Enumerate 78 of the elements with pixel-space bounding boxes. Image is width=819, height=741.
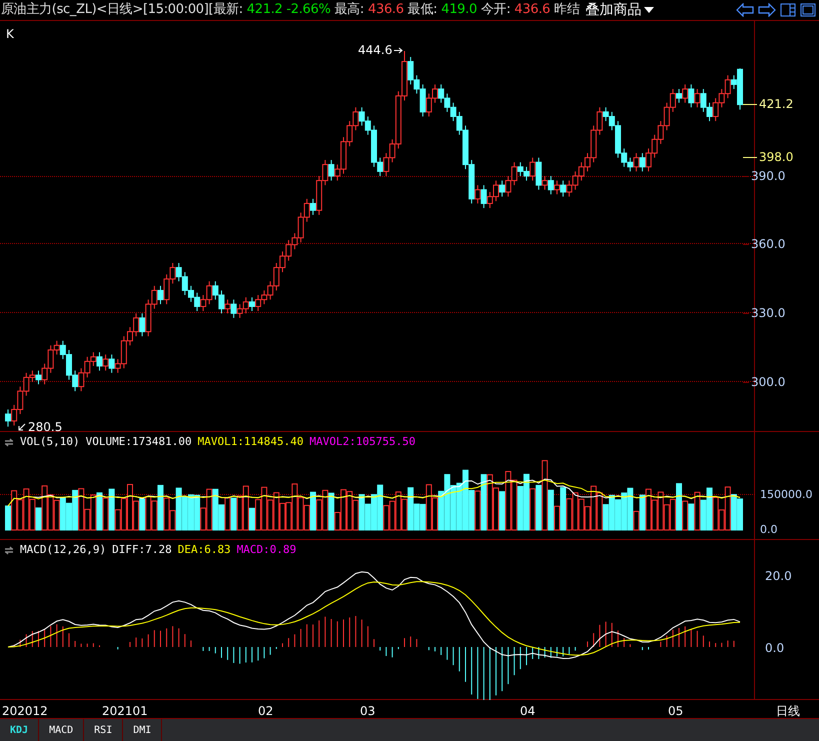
date-axis-label: 04 — [520, 703, 536, 720]
left-arrow-icon[interactable] — [736, 3, 754, 17]
indicator-label: MACD(12,26,9) — [20, 542, 106, 558]
price-axis-label: 360.0 — [751, 236, 786, 253]
candlestick — [688, 84, 694, 108]
low-price-marker: 280.5 — [28, 419, 62, 436]
candlestick — [694, 88, 700, 108]
quote-text: 421.2 -2.66% — [246, 1, 331, 20]
quote-text: 最低: — [408, 1, 438, 20]
indicator-label: VOL(5,10) — [20, 434, 80, 450]
indicator-tab[interactable]: MACD — [39, 719, 84, 741]
high-price-marker: 444.6 — [358, 42, 392, 59]
date-axis-label: 202101 — [102, 703, 148, 720]
right-arrow-icon — [394, 46, 404, 54]
price-axis-label: 421.2 — [759, 96, 794, 113]
mavol2-value: MAVOL2:105755.50 — [310, 434, 416, 450]
macd-value: MACD:0.89 — [236, 542, 296, 558]
swap-icon[interactable] — [4, 438, 14, 447]
period-label: 日线 — [776, 703, 800, 720]
price-axis-label: 398.0 — [759, 149, 794, 166]
quote-text: 436.6 — [368, 1, 404, 20]
candlestick — [548, 176, 554, 195]
quote-text: 今开: — [480, 1, 510, 20]
candlestick — [682, 84, 688, 104]
candlestick — [5, 408, 11, 428]
date-axis-label: 05 — [668, 703, 684, 720]
candlestick — [328, 159, 334, 182]
caret-icon — [644, 6, 654, 14]
volume-axis-label: 150000.0 — [760, 487, 812, 503]
candlestick — [536, 157, 542, 190]
candlestick — [310, 198, 316, 216]
candlestick — [474, 184, 481, 204]
candlestick — [102, 354, 109, 372]
macd-axis-label: 20.0 — [765, 568, 792, 585]
candlestick — [139, 312, 146, 337]
overlay-dropdown[interactable]: 叠加商品 — [586, 0, 654, 20]
quote-text: 最高: — [334, 1, 364, 20]
price-axis-label: 330.0 — [751, 305, 786, 322]
candlestick — [96, 352, 102, 372]
down-left-arrow-icon — [18, 423, 26, 431]
candlestick — [639, 152, 646, 172]
candlestick — [36, 370, 42, 385]
date-axis-label: 03 — [360, 703, 376, 720]
candlestick — [480, 184, 487, 209]
quote-text: 昨结 — [554, 1, 580, 20]
price-axis-label: 300.0 — [751, 374, 786, 391]
candlestick — [249, 296, 255, 312]
indicator-tab[interactable]: RSI — [84, 719, 124, 741]
candlestick — [158, 285, 164, 305]
candlestick — [542, 176, 548, 190]
indicator-tab[interactable]: KDJ — [0, 719, 40, 741]
swap-icon[interactable] — [4, 546, 14, 555]
volume-axis-label: 0.0 — [760, 522, 778, 538]
price-axis-label: 390.0 — [751, 168, 786, 185]
volume-value: VOLUME:173481.00 — [86, 434, 192, 450]
date-axis-label: 02 — [258, 703, 274, 720]
candlestick — [554, 180, 560, 195]
candlestick — [108, 354, 115, 374]
mavol1-value: MAVOL1:114845.40 — [198, 434, 304, 450]
candlestick — [676, 88, 682, 104]
maximize-icon[interactable] — [800, 3, 816, 17]
indicator-tab[interactable]: DMI — [123, 719, 162, 741]
date-axis-label: 202012 — [2, 703, 48, 720]
macd-axis-label: 0.0 — [765, 640, 784, 657]
right-arrow-icon[interactable] — [758, 3, 776, 17]
dea-value: DEA:6.83 — [178, 542, 231, 558]
diff-value: DIFF:7.28 — [112, 542, 172, 558]
candlestick — [530, 157, 536, 182]
candlestick — [633, 152, 640, 172]
candlestick — [499, 180, 506, 198]
quote-text: 原油主力(sc_ZL)<日线>[15:00:00][最新: — [1, 1, 243, 20]
candlestick — [560, 180, 566, 198]
quote-text: 436.6 — [514, 1, 550, 20]
candlestick — [230, 299, 237, 318]
quote-text: 419.0 — [441, 1, 477, 20]
panel-title: K — [6, 26, 14, 43]
panel-layout-icon[interactable] — [780, 3, 796, 17]
candlestick — [224, 299, 231, 314]
